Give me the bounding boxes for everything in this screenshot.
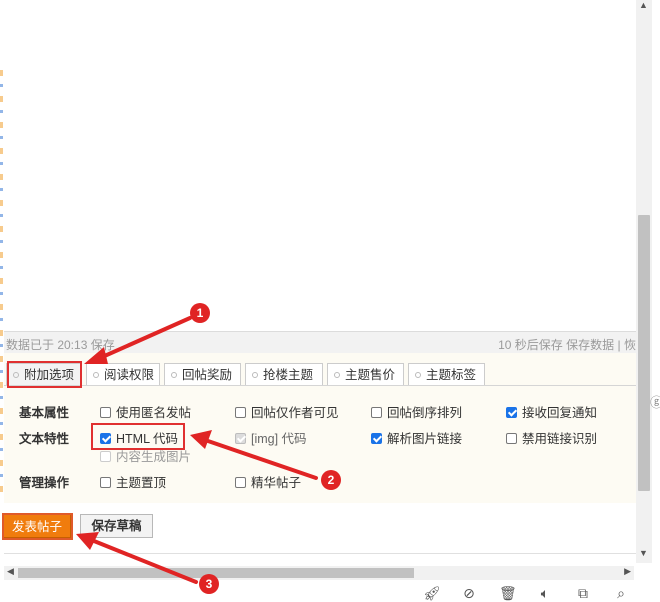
- annotation-badge-2: 2: [321, 470, 341, 490]
- annotation-badge-3: 3: [199, 574, 219, 594]
- annotation-arrows: [76, 316, 318, 584]
- annotation-badge-1: 1: [190, 303, 210, 323]
